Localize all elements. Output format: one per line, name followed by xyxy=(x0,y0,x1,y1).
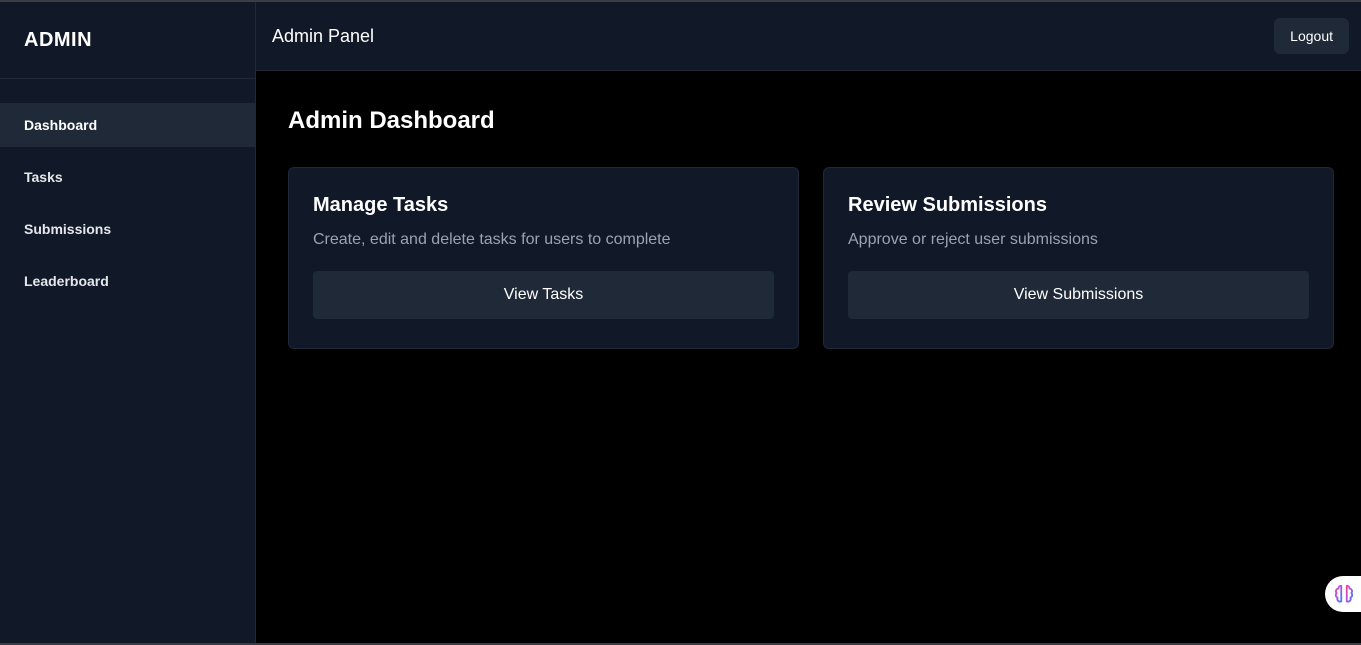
logout-button[interactable]: Logout xyxy=(1274,18,1349,54)
sidebar: ADMIN Dashboard Tasks Submissions Leader… xyxy=(0,2,256,645)
sidebar-nav: Dashboard Tasks Submissions Leaderboard xyxy=(0,103,255,303)
card-description: Approve or reject user submissions xyxy=(848,231,1098,248)
brain-icon xyxy=(1334,584,1354,603)
card-title: Review Submissions xyxy=(848,194,1047,216)
main-content: Admin Dashboard Manage Tasks Create, edi… xyxy=(256,71,1361,645)
page-title: Admin Dashboard xyxy=(288,107,495,134)
assistant-widget-button[interactable] xyxy=(1325,576,1361,612)
view-tasks-button[interactable]: View Tasks xyxy=(313,271,774,319)
sidebar-item-dashboard[interactable]: Dashboard xyxy=(0,103,255,147)
topbar-title: Admin Panel xyxy=(272,25,375,46)
app-window: ADMIN Dashboard Tasks Submissions Leader… xyxy=(0,0,1361,645)
card-grid: Manage Tasks Create, edit and delete tas… xyxy=(288,167,1334,349)
view-submissions-button[interactable]: View Submissions xyxy=(848,271,1309,319)
sidebar-item-tasks[interactable]: Tasks xyxy=(0,155,255,199)
sidebar-item-submissions[interactable]: Submissions xyxy=(0,207,255,251)
manage-tasks-card: Manage Tasks Create, edit and delete tas… xyxy=(288,167,799,349)
brand: ADMIN xyxy=(0,2,255,79)
card-description: Create, edit and delete tasks for users … xyxy=(313,231,671,248)
brand-label: ADMIN xyxy=(24,28,93,51)
card-title: Manage Tasks xyxy=(313,194,449,216)
review-submissions-card: Review Submissions Approve or reject use… xyxy=(823,167,1334,349)
sidebar-item-leaderboard[interactable]: Leaderboard xyxy=(0,259,255,303)
topbar: Admin Panel Logout xyxy=(256,2,1361,71)
